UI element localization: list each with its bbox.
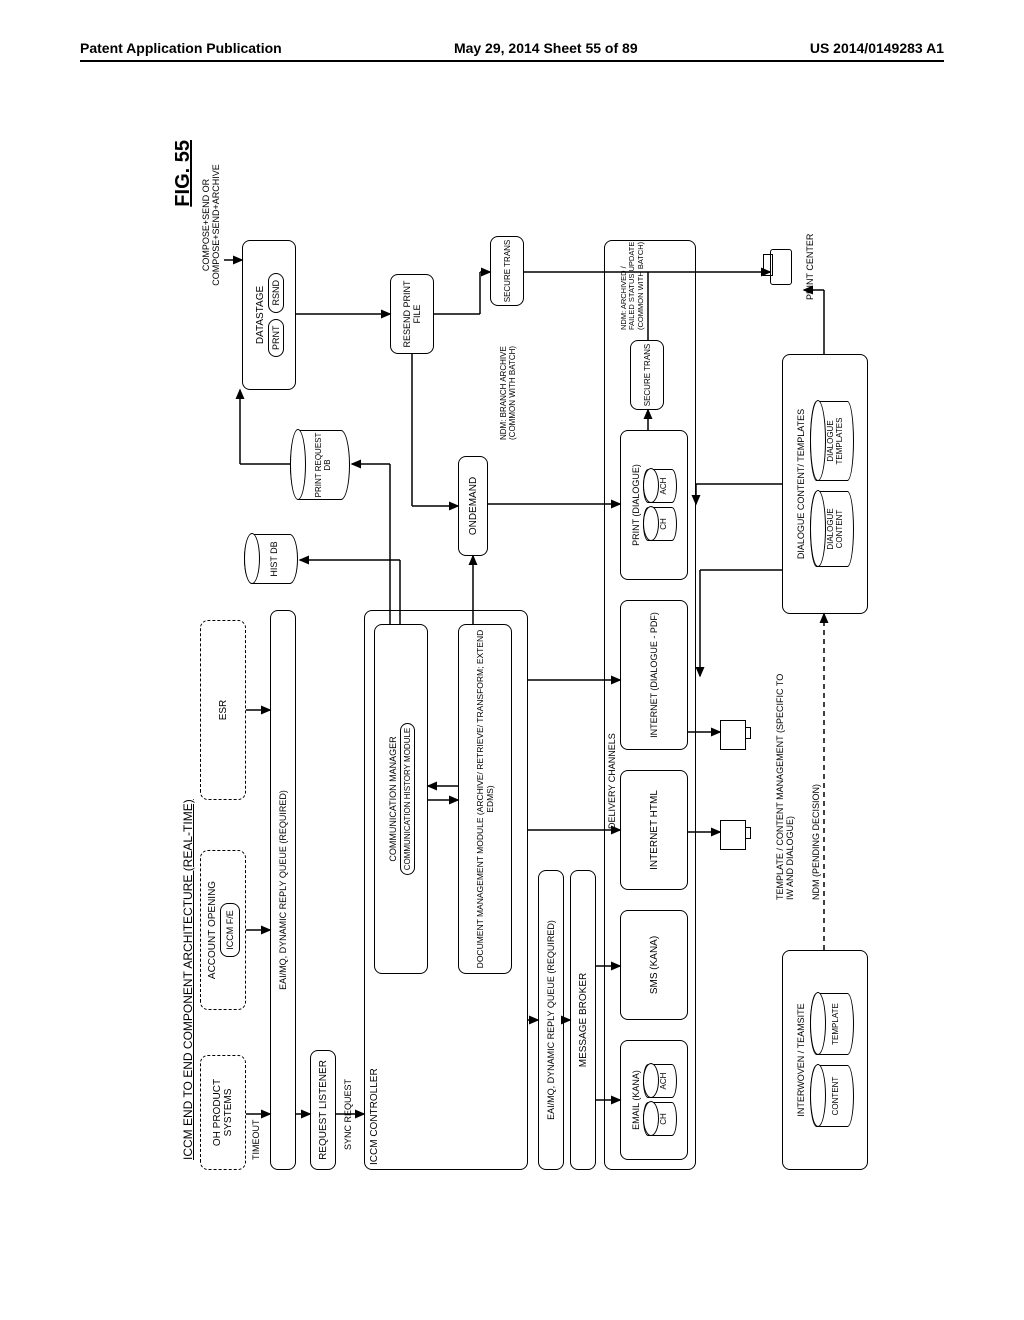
secure-trans-1: SECURE TRANS: [490, 236, 524, 306]
figure-label: FIG. 55: [172, 140, 195, 207]
print-dialogue: PRINT (DIALOGUE) CH ACH: [620, 430, 688, 580]
ndm-archived: NDM: ARCHIVED / FAILED STATUS UPDATE (CO…: [620, 240, 645, 330]
secure-trans-2: SECURE TRANS: [630, 340, 664, 410]
sms-kana: SMS (KANA): [620, 910, 688, 1020]
doc-mgmt: DOCUMENT MANAGEMENT MODULE (ARCHIVE/ RET…: [458, 624, 512, 974]
eai-mq-1: EAI/MQ, DYNAMIC REPLY QUEUE (REQUIRED): [270, 610, 296, 1170]
eai-mq-2: EAI/MQ, DYNAMIC REPLY QUEUE (REQUIRED): [538, 870, 564, 1170]
print-center: PRINT CENTER: [770, 234, 815, 300]
message-broker: MESSAGE BROKER: [570, 870, 596, 1170]
computer-icon: [720, 820, 749, 850]
prnt: PRNT: [268, 319, 284, 358]
timeout-label: TIMEOUT: [252, 1120, 262, 1161]
compose-note: COMPOSE+SEND OR COMPOSE+SEND+ARCHIVE: [202, 140, 222, 310]
print-request-db: PRINT REQUEST DB: [290, 430, 350, 500]
page-header: Patent Application Publication May 29, 2…: [80, 40, 944, 62]
sync-request: SYNC REQUEST: [344, 1079, 354, 1150]
iccm-fe: ICCM F/E: [220, 903, 240, 957]
comm-manager: COMMUNICATION MANAGER COMMUNICATION HIST…: [374, 624, 428, 974]
request-listener: REQUEST LISTENER: [310, 1050, 336, 1170]
datastage: DATASTAGE PRNT RSND: [242, 240, 296, 390]
interwoven: INTERWOVEN / TEAMSITE CONTENT TEMPLATE: [782, 950, 868, 1170]
template-content-mgmt: TEMPLATE / CONTENT MANAGEMENT (SPECIFIC …: [776, 670, 796, 900]
account-opening: ACCOUNT OPENING ICCM F/E: [200, 850, 246, 1010]
header-center: May 29, 2014 Sheet 55 of 89: [454, 40, 638, 56]
ndm-branch: NDM: BRANCH ARCHIVE (COMMON WITH BATCH): [500, 330, 518, 440]
dialogue-ct: DIALOGUE CONTENT/ TEMPLATES DIALOGUE CON…: [782, 354, 868, 614]
comm-history: COMMUNICATION HISTORY MODULE: [400, 723, 415, 876]
resend-print: RESEND PRINT FILE: [390, 274, 434, 354]
header-right: US 2014/0149283 A1: [810, 40, 944, 56]
rsnd: RSND: [268, 273, 284, 313]
hist-db: HIST DB: [244, 534, 298, 584]
ndm-pending: NDM (PENDING DECISION): [812, 700, 822, 900]
internet-pdf: INTERNET (DIALOGUE - PDF): [620, 600, 688, 750]
architecture-diagram: ICCM END TO END COMPONENT ARCHITECTURE (…: [180, 140, 900, 1180]
ondemand: ONDEMAND: [458, 456, 488, 556]
oh-product-systems: OH PRODUCT SYSTEMS: [200, 1055, 246, 1170]
esr: ESR: [200, 620, 246, 800]
diagram-title: ICCM END TO END COMPONENT ARCHITECTURE (…: [181, 799, 195, 1160]
internet-html: INTERNET HTML: [620, 770, 688, 890]
header-left: Patent Application Publication: [80, 40, 282, 56]
computer-icon: [720, 720, 749, 750]
email-kana: EMAIL (KANA) CH ACH: [620, 1040, 688, 1160]
